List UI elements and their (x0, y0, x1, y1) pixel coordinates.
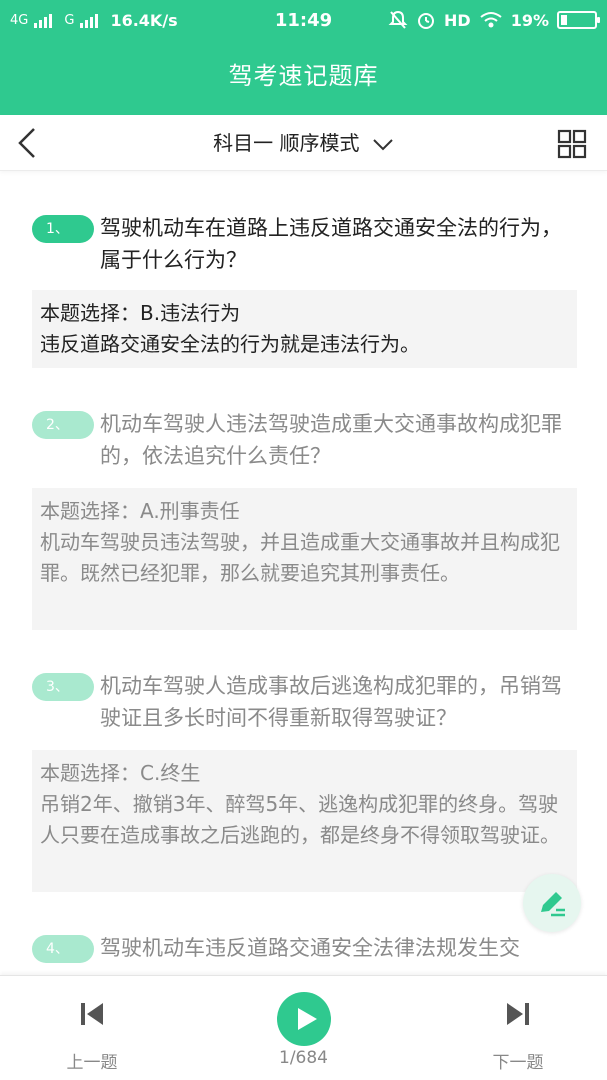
mute-bell-icon (388, 10, 408, 29)
answer-choice: 本题选择：C.终生 (40, 761, 201, 785)
question-number: 4、 (32, 935, 94, 963)
sub-toolbar: 科目一 顺序模式 (0, 115, 607, 171)
skip-next-icon (507, 1003, 529, 1025)
play-button[interactable] (277, 992, 331, 1046)
question-number: 1、 (32, 215, 94, 243)
wifi-icon (480, 12, 502, 28)
alarm-icon (418, 13, 435, 29)
edit-note-button[interactable] (523, 874, 581, 932)
status-right: HD 19% (388, 10, 600, 30)
answer-choice: 本题选择：B.违法行为 (40, 301, 241, 325)
next-question-button[interactable]: 下一题 (448, 976, 588, 1080)
answer-box: 本题选择：C.终生 吊销2年、撤销3年、醉驾5年、逃逸构成犯罪的终身。驾驶人只要… (32, 750, 577, 892)
skip-previous-icon (81, 1003, 103, 1025)
mode-label: 科目一 顺序模式 (213, 131, 360, 155)
answer-choice: 本题选择：A.刑事责任 (40, 499, 240, 523)
grid-icon (557, 129, 587, 159)
play-icon (298, 1008, 317, 1030)
answer-explanation: 机动车驾驶员违法驾驶，并且造成重大交通事故并且构成犯罪。既然已经犯罪，那么就要追… (40, 530, 560, 585)
question-number: 2、 (32, 411, 94, 439)
app-title: 驾考速记题库 (228, 62, 379, 90)
question-text: 驾驶机动车违反道路交通安全法律法规发生交 (100, 936, 520, 960)
question-text: 机动车驾驶人造成事故后逃逸构成犯罪的，吊销驾驶证且多长时间不得重新取得驾驶证？ (100, 674, 562, 730)
pen-icon (541, 892, 565, 917)
question-number: 3、 (32, 673, 94, 701)
mode-selector[interactable]: 科目一 顺序模式 (0, 127, 607, 156)
battery-percent: 19% (510, 10, 549, 30)
answer-box: 本题选择：A.刑事责任 机动车驾驶员违法驾驶，并且造成重大交通事故并且构成犯罪。… (32, 488, 577, 630)
answer-explanation: 违反道路交通安全法的行为就是违法行为。 (40, 332, 420, 356)
answer-explanation: 吊销2年、撤销3年、醉驾5年、逃逸构成犯罪的终身。驾驶人只要在造成事故之后逃跑的… (40, 792, 560, 847)
question-text: 机动车驾驶人违法驾驶造成重大交通事故构成犯罪的，依法追究什么责任？ (100, 412, 562, 468)
battery-icon (557, 11, 600, 29)
answer-box: 本题选择：B.违法行为 违反道路交通安全法的行为就是违法行为。 (32, 290, 577, 368)
question-text: 驾驶机动车在道路上违反道路交通安全法的行为，属于什么行为？ (100, 216, 562, 272)
question-list[interactable]: 1、 驾驶机动车在道路上违反道路交通安全法的行为，属于什么行为？ 本题选择：B.… (0, 172, 607, 975)
chevron-down-icon (373, 138, 393, 150)
status-bar: 4G G 16.4K/s 11:49 HD 19% (0, 0, 607, 42)
question-grid-button[interactable] (557, 129, 587, 159)
bottom-navigation: 上一题 1/684 下一题 (0, 975, 607, 1080)
next-label: 下一题 (492, 1053, 544, 1073)
app-header: 4G G 16.4K/s 11:49 HD 19% 驾考速记题库 (0, 0, 607, 115)
hd-label: HD (444, 10, 471, 30)
